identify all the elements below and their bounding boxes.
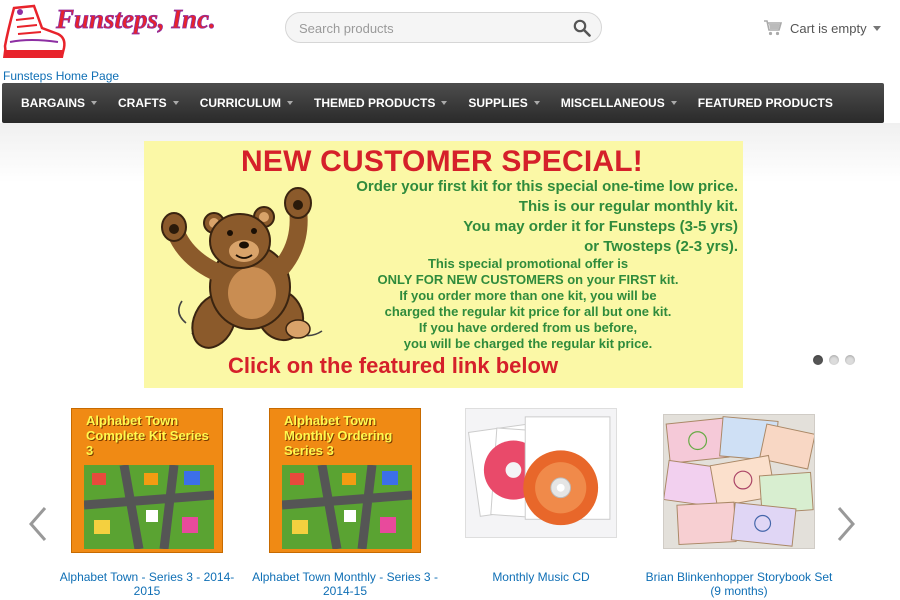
product-image[interactable] xyxy=(465,408,617,553)
town-map-illustration xyxy=(84,465,214,549)
nav-label: MISCELLANEOUS xyxy=(560,96,665,110)
nav-item-curriculum[interactable]: CURRICULUM xyxy=(199,96,294,110)
music-cd-photo xyxy=(465,408,617,538)
banner-terms-text: This special promotional offer is ONLY F… xyxy=(334,256,722,352)
nav-item-themed-products[interactable]: THEMED PRODUCTS xyxy=(314,96,448,110)
promo-banner[interactable]: NEW CUSTOMER SPECIAL! Order your first k… xyxy=(144,141,743,388)
product-image[interactable]: Alphabet Town Complete Kit Series 3 xyxy=(71,408,223,553)
banner-line: ONLY FOR NEW CUSTOMERS on your FIRST kit… xyxy=(377,272,679,287)
product-name-link[interactable]: Alphabet Town - Series 3 - 2014-2015 xyxy=(47,570,247,598)
chevron-down-icon xyxy=(670,101,677,105)
product-name-link[interactable]: Monthly Music CD xyxy=(441,570,641,584)
nav-label: SUPPLIES xyxy=(468,96,528,110)
banner-line: This special promotional offer is xyxy=(427,256,629,271)
slider-dot-3[interactable] xyxy=(845,355,855,365)
chevron-right-icon[interactable] xyxy=(836,505,856,543)
banner-line: you will be charged the regular kit pric… xyxy=(403,336,653,351)
logo-text: Funsteps, Inc. xyxy=(55,4,216,34)
product-card: Alphabet Town Complete Kit Series 3 Alph… xyxy=(47,408,247,598)
search-input[interactable] xyxy=(299,19,559,37)
banner-line: You may order it for Funsteps (3-5 yrs) xyxy=(463,218,738,235)
banner-line: If you order more than one kit, you will… xyxy=(399,288,657,303)
banner-offer-text: Order your first kit for this special on… xyxy=(356,177,738,257)
cart-label: Cart is empty xyxy=(790,20,867,36)
product-image[interactable] xyxy=(663,408,815,553)
slider-dot-1[interactable] xyxy=(813,355,823,365)
slider-dot-2[interactable] xyxy=(829,355,839,365)
nav-item-miscellaneous[interactable]: MISCELLANEOUS xyxy=(561,96,677,110)
product-card: Monthly Music CD xyxy=(441,408,641,584)
cart-icon xyxy=(764,20,783,36)
chevron-left-icon[interactable] xyxy=(28,505,48,543)
storybook-cards-photo xyxy=(663,414,815,549)
product-card: Alphabet Town Monthly Ordering Series 3 … xyxy=(245,408,445,598)
chevron-down-icon xyxy=(533,101,540,105)
product-card: Brian Blinkenhopper Storybook Set (9 mon… xyxy=(639,408,839,598)
nav-label: BARGAINS xyxy=(21,96,86,110)
chevron-down-icon xyxy=(172,101,179,105)
slider-pagination xyxy=(813,355,861,365)
banner-line: This is our regular monthly kit. xyxy=(518,198,738,215)
nav-item-supplies[interactable]: SUPPLIES xyxy=(468,96,540,110)
banner-line: charged the regular kit price for all bu… xyxy=(384,304,672,319)
nav-label: CRAFTS xyxy=(118,96,167,110)
main-navigation: BARGAINS CRAFTS CURRICULUM THEMED PRODUC… xyxy=(2,83,884,123)
product-name-link[interactable]: Alphabet Town Monthly - Series 3 - 2014-… xyxy=(245,570,445,598)
home-page-link[interactable]: Funsteps Home Page xyxy=(3,69,119,83)
product-image[interactable]: Alphabet Town Monthly Ordering Series 3 xyxy=(269,408,421,553)
chevron-down-icon xyxy=(91,101,98,105)
chevron-down-icon xyxy=(441,101,448,105)
chevron-down-icon xyxy=(287,101,294,105)
search-icon[interactable] xyxy=(573,19,591,37)
kit-cover-title: Alphabet Town Monthly Ordering Series 3 xyxy=(284,413,393,458)
search-bar xyxy=(285,12,602,43)
banner-line: If you have ordered from us before, xyxy=(418,320,638,335)
chevron-down-icon xyxy=(872,25,881,31)
kit-cover-title: Alphabet Town Complete Kit Series 3 xyxy=(86,413,209,458)
town-map-illustration xyxy=(282,465,412,549)
banner-line: Order your first kit for this special on… xyxy=(356,178,738,195)
product-name-link[interactable]: Brian Blinkenhopper Storybook Set (9 mon… xyxy=(639,570,839,598)
nav-label: FEATURED PRODUCTS xyxy=(697,96,833,110)
banner-call-to-action: Click on the featured link below xyxy=(228,353,559,378)
banner-title: NEW CUSTOMER SPECIAL! xyxy=(241,145,643,178)
kit-cover: Alphabet Town Complete Kit Series 3 xyxy=(71,408,223,553)
banner-line: or Twosteps (2-3 yrs). xyxy=(584,238,738,255)
nav-label: THEMED PRODUCTS xyxy=(314,96,436,110)
nav-item-crafts[interactable]: CRAFTS xyxy=(118,96,179,110)
cart-dropdown[interactable]: Cart is empty xyxy=(763,18,881,38)
nav-item-bargains[interactable]: BARGAINS xyxy=(21,96,98,110)
nav-label: CURRICULUM xyxy=(199,96,282,110)
teddy-bear-illustration xyxy=(161,187,323,349)
site-logo[interactable]: Funsteps, Inc. xyxy=(0,0,225,70)
nav-item-featured-products[interactable]: FEATURED PRODUCTS xyxy=(698,96,833,110)
kit-cover: Alphabet Town Monthly Ordering Series 3 xyxy=(269,408,421,553)
